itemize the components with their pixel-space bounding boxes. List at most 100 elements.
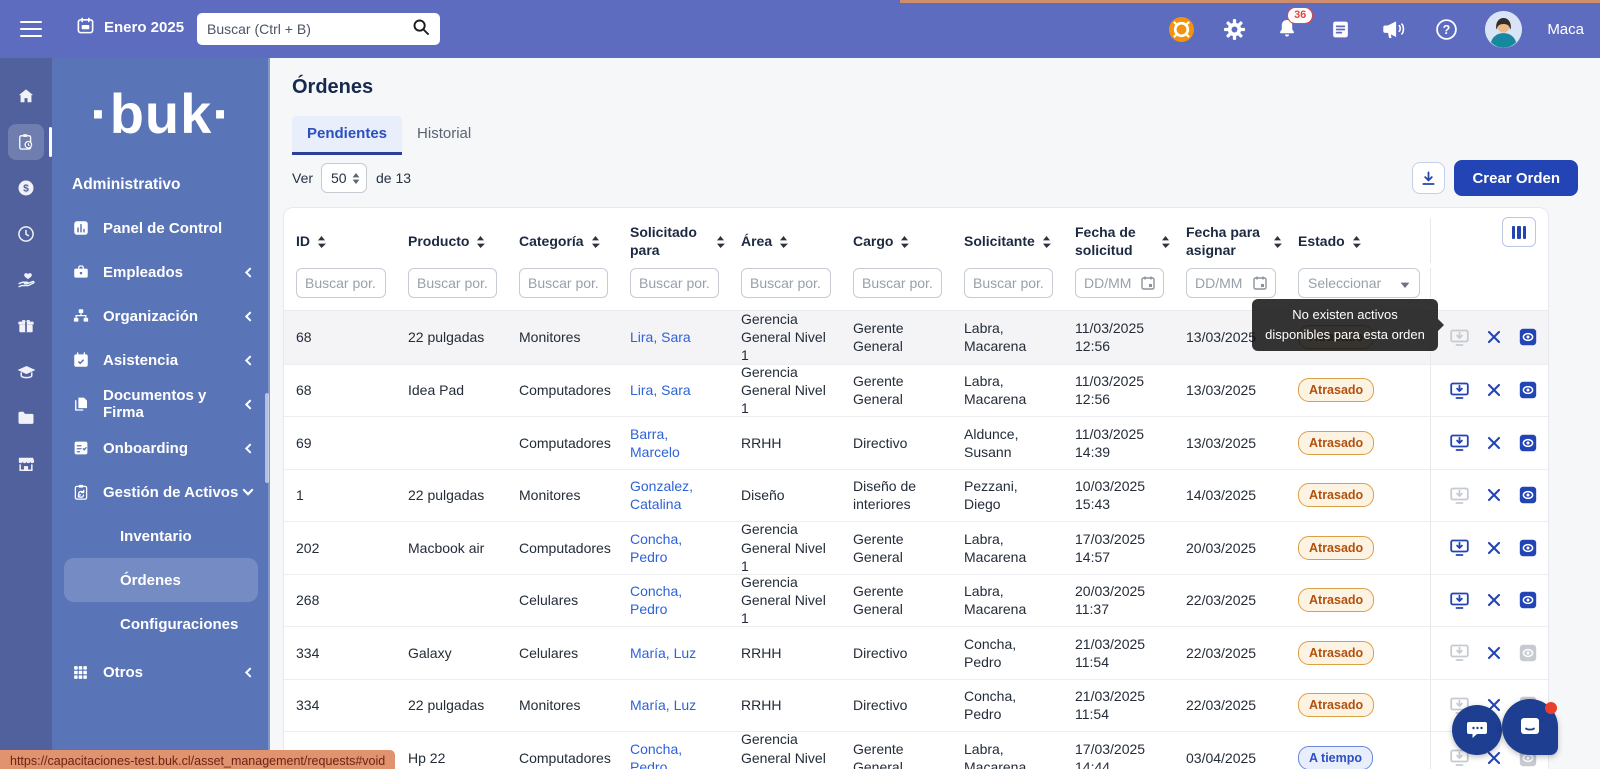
view-order-icon[interactable] bbox=[1518, 485, 1538, 505]
view-order-icon[interactable] bbox=[1518, 327, 1538, 347]
sidebar-item-organizacion[interactable]: Organización bbox=[52, 294, 270, 338]
notification-count-badge[interactable]: 36 bbox=[1287, 7, 1313, 24]
cancel-order-icon[interactable] bbox=[1486, 540, 1502, 556]
cancel-order-icon[interactable] bbox=[1486, 435, 1502, 451]
sort-icon[interactable] bbox=[1352, 235, 1361, 249]
sort-icon[interactable] bbox=[900, 235, 909, 249]
view-order-icon[interactable] bbox=[1518, 433, 1538, 453]
assign-asset-icon[interactable] bbox=[1449, 590, 1470, 611]
view-order-icon[interactable] bbox=[1518, 590, 1538, 610]
view-order-icon[interactable] bbox=[1518, 538, 1538, 558]
employee-link[interactable]: Gonzalez, Catalina bbox=[630, 478, 693, 512]
create-order-button[interactable]: Crear Orden bbox=[1454, 160, 1578, 196]
sidebar-subitem-ordenes[interactable]: Órdenes bbox=[64, 558, 258, 602]
download-button[interactable] bbox=[1412, 162, 1445, 194]
avatar[interactable] bbox=[1485, 11, 1522, 48]
period-selector[interactable]: Enero 2025 bbox=[76, 16, 184, 39]
column-header[interactable]: Solicitado para bbox=[618, 218, 729, 263]
employee-link[interactable]: Lira, Sara bbox=[630, 382, 691, 398]
column-header[interactable]: ID bbox=[284, 218, 396, 263]
column-header[interactable]: Fecha de solicitud bbox=[1063, 218, 1174, 263]
employee-link[interactable]: Lira, Sara bbox=[630, 329, 691, 345]
cancel-order-icon[interactable] bbox=[1486, 382, 1502, 398]
bell-icon[interactable]: 36 bbox=[1273, 15, 1301, 43]
payroll-coin-icon[interactable]: $ bbox=[8, 170, 44, 206]
documents-folder-icon[interactable] bbox=[8, 400, 44, 436]
sort-icon[interactable] bbox=[779, 235, 788, 249]
page-size-select[interactable]: 50 bbox=[321, 163, 367, 193]
support-icon[interactable] bbox=[1167, 15, 1195, 43]
sidebar-item-panel-de-control[interactable]: Panel de Control bbox=[52, 206, 270, 250]
column-header[interactable]: Cargo bbox=[841, 218, 952, 263]
column-header[interactable]: Estado bbox=[1286, 218, 1430, 263]
assign-asset-icon[interactable] bbox=[1449, 537, 1470, 558]
column-header[interactable]: Solicitante bbox=[952, 218, 1063, 263]
estado-filter-select[interactable]: Seleccionar bbox=[1298, 268, 1420, 298]
megaphone-icon[interactable] bbox=[1379, 15, 1407, 43]
sort-icon[interactable] bbox=[476, 235, 485, 249]
training-cap-icon[interactable] bbox=[8, 354, 44, 390]
user-name[interactable]: Maca bbox=[1547, 21, 1584, 38]
view-order-icon[interactable] bbox=[1518, 380, 1538, 400]
search-icon[interactable] bbox=[412, 18, 430, 41]
cancel-order-icon[interactable] bbox=[1486, 645, 1502, 661]
employee-link[interactable]: María, Luz bbox=[630, 697, 696, 713]
sidebar-scrollbar[interactable] bbox=[265, 393, 269, 483]
filter-input[interactable] bbox=[630, 268, 719, 298]
sort-icon[interactable] bbox=[317, 235, 326, 249]
column-header[interactable]: Categoría bbox=[507, 218, 618, 263]
sidebar-subitem-inventario[interactable]: Inventario bbox=[52, 514, 270, 558]
time-clock-icon[interactable] bbox=[8, 216, 44, 252]
chevron-left-icon bbox=[243, 311, 254, 322]
employee-link[interactable]: Barra, Marcelo bbox=[630, 426, 680, 460]
sort-icon[interactable] bbox=[1273, 235, 1282, 249]
employee-link[interactable]: Concha, Pedro bbox=[630, 583, 682, 617]
help-icon[interactable]: ? bbox=[1432, 15, 1460, 43]
notes-icon[interactable] bbox=[1326, 15, 1354, 43]
sidebar-item-documentos-y-firma[interactable]: Documentos y Firma bbox=[52, 382, 270, 426]
tab-historial[interactable]: Historial bbox=[402, 116, 486, 155]
global-search[interactable] bbox=[197, 13, 440, 45]
gear-icon[interactable] bbox=[1220, 15, 1248, 43]
employee-link[interactable]: Concha, Pedro bbox=[630, 741, 682, 769]
gift-icon[interactable] bbox=[8, 308, 44, 344]
cancel-order-icon[interactable] bbox=[1486, 329, 1502, 345]
filter-input[interactable] bbox=[296, 268, 386, 298]
sidebar-item-otros[interactable]: Otros bbox=[52, 650, 270, 694]
filter-input[interactable] bbox=[964, 268, 1053, 298]
hamburger-menu-icon[interactable] bbox=[20, 21, 42, 37]
cell-solicitado-para: Lira, Sara bbox=[618, 323, 729, 351]
filter-input[interactable] bbox=[408, 268, 497, 298]
home-icon[interactable] bbox=[8, 78, 44, 114]
sidebar-item-empleados[interactable]: Empleados bbox=[52, 250, 270, 294]
filter-input[interactable] bbox=[519, 268, 608, 298]
sidebar-item-onboarding[interactable]: Onboarding bbox=[52, 426, 270, 470]
column-header[interactable]: Área bbox=[729, 218, 841, 263]
sidebar-item-asistencia[interactable]: Asistencia bbox=[52, 338, 270, 382]
sort-icon[interactable] bbox=[591, 235, 600, 249]
tab-pendientes[interactable]: Pendientes bbox=[292, 116, 402, 155]
chat-bubble-button[interactable] bbox=[1452, 705, 1502, 755]
employee-link[interactable]: María, Luz bbox=[630, 645, 696, 661]
marketplace-store-icon[interactable] bbox=[8, 446, 44, 482]
cancel-order-icon[interactable] bbox=[1486, 487, 1502, 503]
orders-clipboard-icon[interactable] bbox=[8, 124, 44, 160]
sort-icon[interactable] bbox=[716, 235, 725, 249]
search-input[interactable] bbox=[207, 21, 412, 37]
benefits-hand-heart-icon[interactable] bbox=[8, 262, 44, 298]
filter-input[interactable] bbox=[853, 268, 942, 298]
filter-input[interactable] bbox=[741, 268, 831, 298]
sort-icon[interactable] bbox=[1042, 235, 1051, 249]
sidebar-subitem-configuraciones[interactable]: Configuraciones bbox=[52, 602, 270, 646]
employee-link[interactable]: Concha, Pedro bbox=[630, 531, 682, 565]
assign-asset-icon[interactable] bbox=[1449, 380, 1470, 401]
assign-asset-icon[interactable] bbox=[1449, 432, 1470, 453]
column-header[interactable]: Producto bbox=[396, 218, 507, 263]
date-filter-input[interactable] bbox=[1186, 268, 1276, 298]
date-filter-input[interactable] bbox=[1075, 268, 1164, 298]
column-header[interactable]: Fecha para asignar bbox=[1174, 218, 1286, 263]
sort-icon[interactable] bbox=[1161, 235, 1170, 249]
column-picker-button[interactable] bbox=[1502, 217, 1536, 247]
cancel-order-icon[interactable] bbox=[1486, 592, 1502, 608]
sidebar-item-gestion-de-activos[interactable]: Gestión de Activos bbox=[52, 470, 270, 514]
